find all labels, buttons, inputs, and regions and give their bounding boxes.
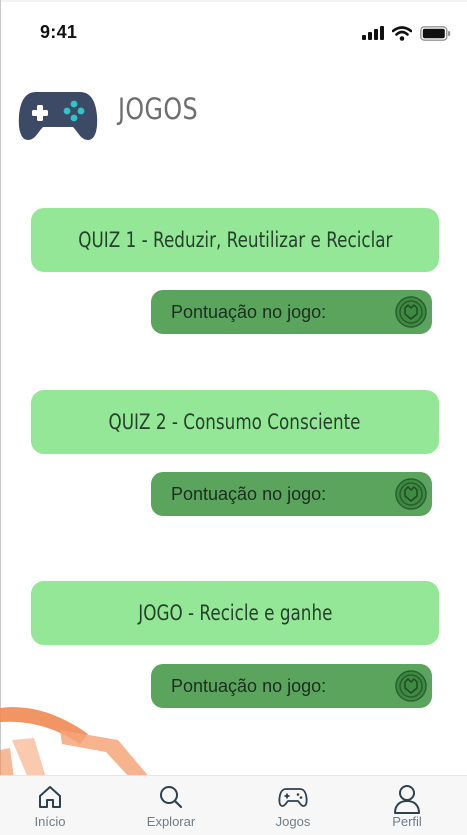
score-label: Pontuação no jogo: <box>171 676 327 696</box>
battery-icon <box>420 25 451 41</box>
user-icon <box>394 785 420 814</box>
tab-perfil[interactable]: Perfil <box>362 776 452 835</box>
coin-icon <box>395 478 427 510</box>
tab-explorar-label: Explorar <box>146 814 196 829</box>
tab-inicio-label: Início <box>34 814 66 829</box>
gamepad-icon <box>18 92 98 140</box>
decorative-swoosh <box>0 707 150 778</box>
score-label: Pontuação no jogo: <box>171 484 327 504</box>
quiz-1-button[interactable]: QUIZ 1 - Reduzir, Reutilizar e Reciclar <box>31 208 439 272</box>
status-time: 9:41 <box>40 22 78 42</box>
recycle-game-label: JOGO - Recicle e ganhe <box>137 601 333 625</box>
coin-icon <box>395 670 427 702</box>
page-title: JOGOS <box>118 92 199 126</box>
quiz-1-label: QUIZ 1 - Reduzir, Reutilizar e Reciclar <box>77 228 393 252</box>
home-icon <box>39 786 61 808</box>
tab-explorar[interactable]: Explorar <box>126 776 216 835</box>
wifi-icon <box>392 25 412 41</box>
quiz-2-score: Pontuação no jogo: <box>151 472 432 516</box>
status-bar: 9:41 <box>0 0 467 60</box>
quiz-1-score: Pontuação no jogo: <box>151 290 432 334</box>
coin-icon <box>395 296 427 328</box>
tab-perfil-label: Perfil <box>392 814 422 829</box>
tab-bar: Início Explorar Jogos Perfil <box>0 775 467 835</box>
quiz-2-label: QUIZ 2 - Consumo Consciente <box>108 410 362 434</box>
gamepad-icon <box>278 788 308 807</box>
status-icons <box>362 23 451 43</box>
score-label: Pontuação no jogo: <box>171 302 327 322</box>
app-screen: 9:41 JOGOS QUIZ 1 - Reduzir, Reutilizar … <box>0 0 467 835</box>
search-icon <box>160 786 183 809</box>
tab-inicio[interactable]: Início <box>5 776 95 835</box>
tab-jogos[interactable]: Jogos <box>248 776 338 835</box>
quiz-2-button[interactable]: QUIZ 2 - Consumo Consciente <box>31 390 439 454</box>
recycle-game-button[interactable]: JOGO - Recicle e ganhe <box>31 581 439 645</box>
signal-icon <box>362 26 384 40</box>
tab-jogos-label: Jogos <box>275 814 311 829</box>
